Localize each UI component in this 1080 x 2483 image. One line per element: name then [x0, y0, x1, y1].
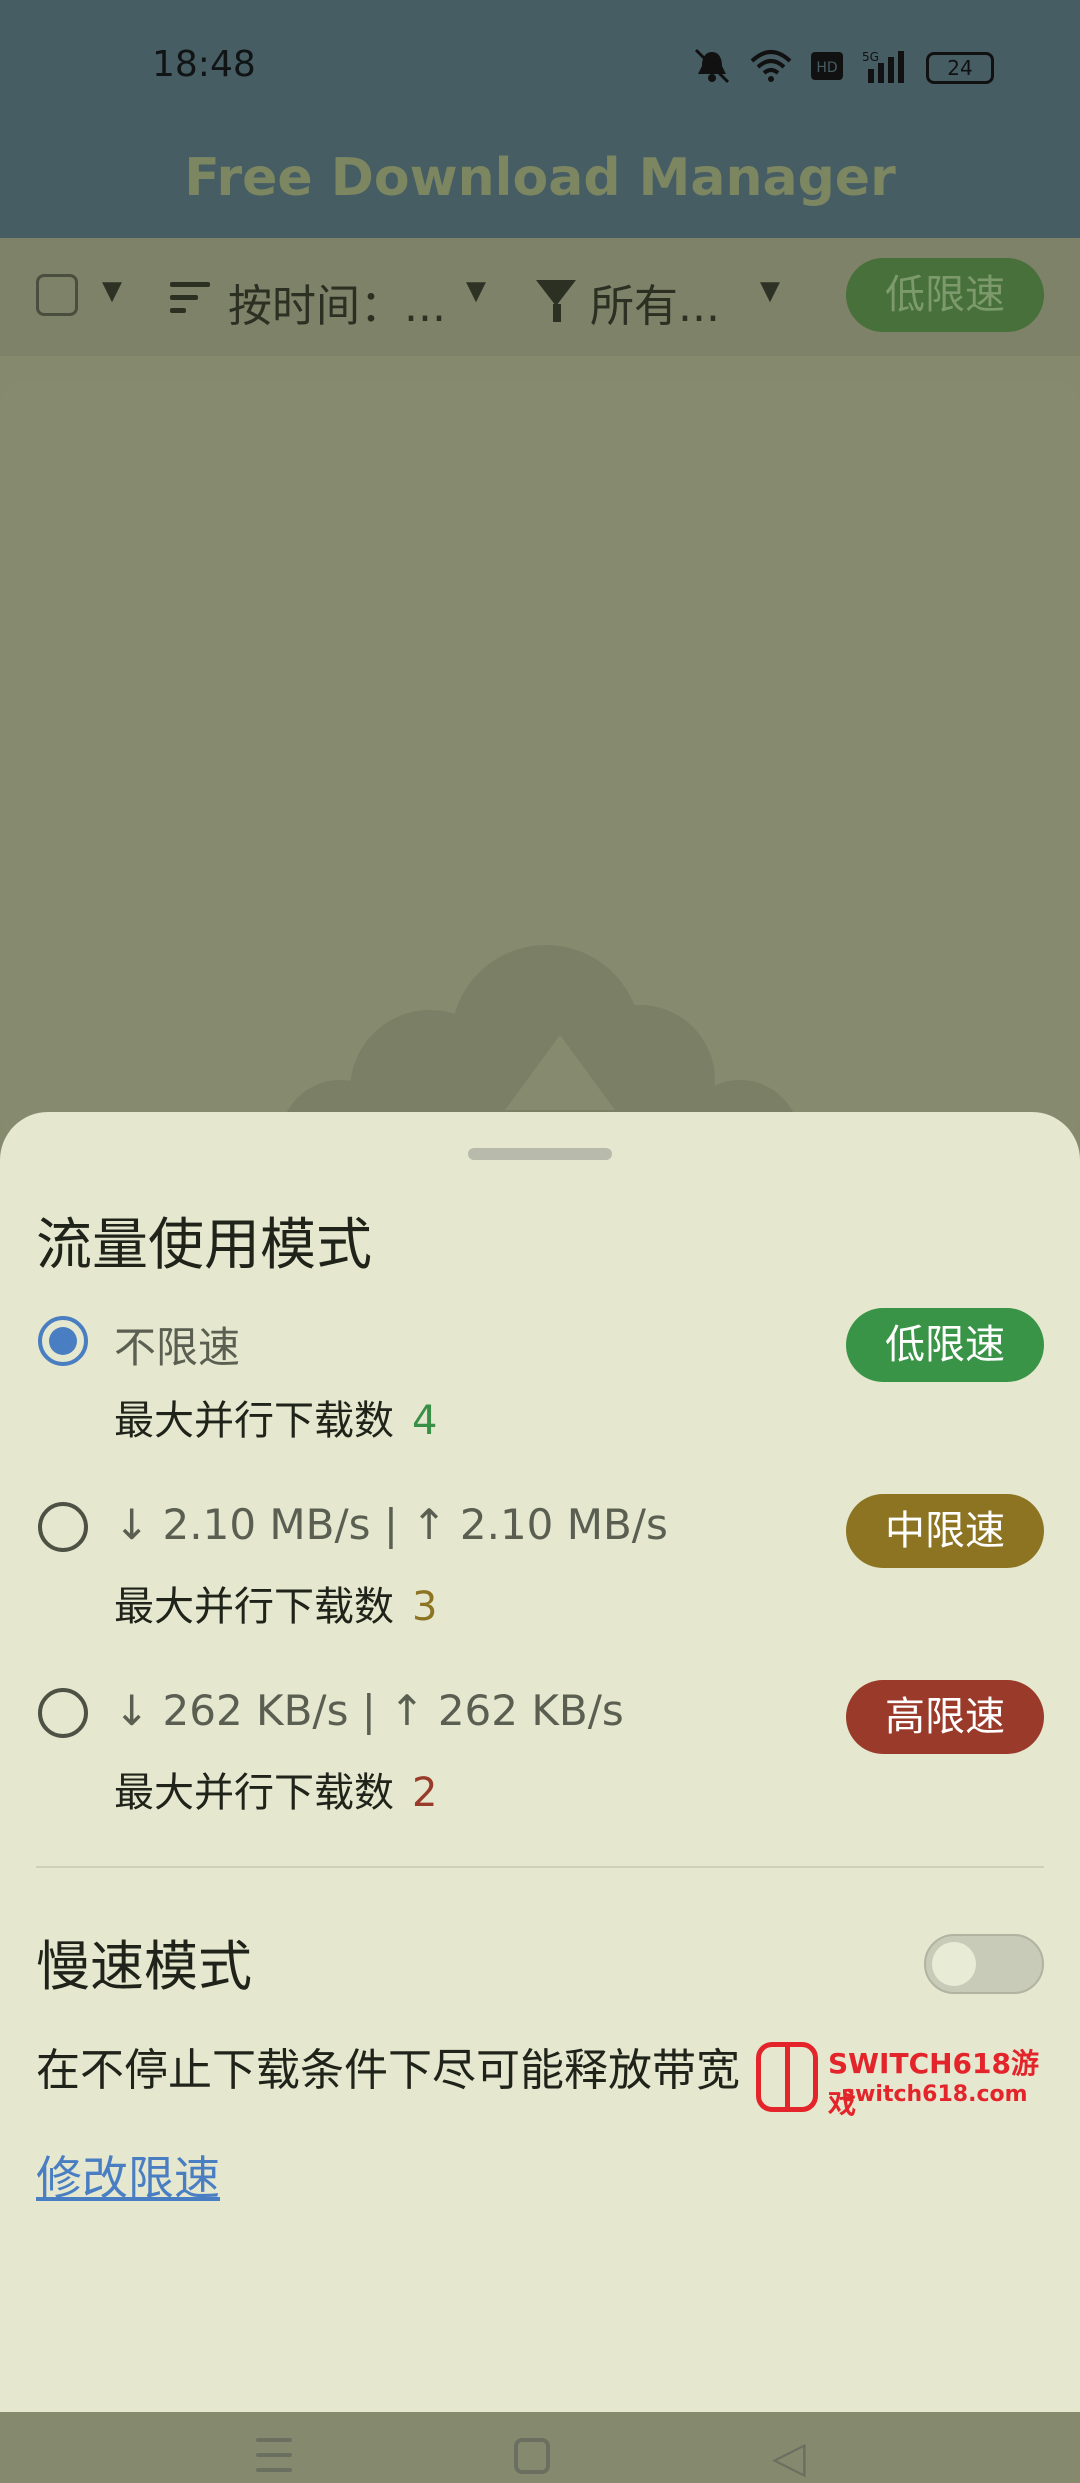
- radio-button[interactable]: [38, 1316, 88, 1366]
- menu-icon[interactable]: [256, 2438, 292, 2483]
- traffic-option-unlimited[interactable]: 不限速 最大并行下载数 4 低限速: [0, 1308, 1080, 1478]
- home-icon[interactable]: [514, 2438, 550, 2474]
- battery-icon: 24: [926, 52, 994, 84]
- divider: [36, 1866, 1044, 1868]
- svg-text:HD: HD: [816, 60, 837, 76]
- concurrency-count: 4: [412, 1398, 438, 1444]
- sheet-title: 流量使用模式: [36, 1213, 372, 1278]
- toggle-knob: [932, 1942, 976, 1986]
- speed-mode-chip[interactable]: 低限速: [846, 258, 1044, 332]
- speed-chip-medium: 中限速: [846, 1494, 1044, 1568]
- svg-text:5G: 5G: [862, 50, 879, 64]
- concurrency-count: 3: [412, 1584, 438, 1630]
- option-concurrency-label: 最大并行下载数 2: [114, 1760, 437, 1818]
- filter-icon[interactable]: [536, 280, 576, 306]
- radio-button[interactable]: [38, 1502, 88, 1552]
- option-speed-label: ↓ 262 KB/s | ↑ 262 KB/s: [114, 1686, 624, 1735]
- slow-mode-title: 慢速模式: [36, 1935, 252, 1998]
- watermark: SWITCH618游戏 switch618.com: [756, 2042, 1066, 2122]
- download-toolbar: ▼ 按时间：... ▼ 所有... ▼ 低限速: [0, 238, 1080, 356]
- chevron-down-icon[interactable]: ▼: [466, 276, 486, 306]
- status-bar: 18:48 HD 5G 24: [0, 0, 1080, 138]
- concurrency-text: 最大并行下载数: [114, 1584, 394, 1630]
- radio-button[interactable]: [38, 1688, 88, 1738]
- speed-chip-low: 低限速: [846, 1308, 1044, 1382]
- sort-dropdown[interactable]: 按时间：...: [228, 270, 446, 334]
- concurrency-count: 2: [412, 1770, 438, 1816]
- option-concurrency-label: 最大并行下载数 3: [114, 1574, 437, 1632]
- concurrency-text: 最大并行下载数: [114, 1770, 394, 1816]
- switch-logo-icon: [756, 2042, 818, 2112]
- app-title: Free Download Manager: [184, 148, 896, 208]
- option-speed-label: ↓ 2.10 MB/s | ↑ 2.10 MB/s: [114, 1500, 668, 1549]
- edit-speed-limit-link[interactable]: 修改限速: [36, 2142, 220, 2208]
- hd-icon: HD: [810, 51, 844, 85]
- traffic-option-high[interactable]: ↓ 262 KB/s | ↑ 262 KB/s 最大并行下载数 2 高限速: [0, 1680, 1080, 1850]
- select-all-checkbox[interactable]: [36, 274, 78, 316]
- traffic-option-medium[interactable]: ↓ 2.10 MB/s | ↑ 2.10 MB/s 最大并行下载数 3 中限速: [0, 1494, 1080, 1664]
- concurrency-text: 最大并行下载数: [114, 1398, 394, 1444]
- option-speed-label: 不限速: [114, 1323, 241, 1372]
- status-icons: HD 5G 24: [692, 48, 994, 88]
- wifi-icon: [750, 49, 792, 87]
- status-time: 18:48: [152, 44, 256, 85]
- chevron-down-icon[interactable]: ▼: [760, 276, 780, 306]
- chevron-down-icon[interactable]: ▼: [102, 276, 122, 306]
- speed-chip-high: 高限速: [846, 1680, 1044, 1754]
- sheet-drag-handle[interactable]: [468, 1148, 612, 1160]
- filter-icon-stem: [553, 304, 561, 322]
- 5g-signal-icon: 5G: [862, 49, 908, 87]
- watermark-line2: switch618.com: [842, 2082, 1028, 2107]
- option-concurrency-label: 最大并行下载数 4: [114, 1388, 437, 1446]
- slow-mode-description: 在不停止下载条件下尽可能释放带宽: [36, 2045, 740, 2096]
- sort-icon[interactable]: [170, 282, 210, 321]
- traffic-mode-sheet: 流量使用模式 不限速 最大并行下载数 4 低限速 ↓ 2.10 MB/s | ↑ …: [0, 1112, 1080, 2483]
- filter-dropdown[interactable]: 所有...: [590, 270, 720, 334]
- app-bar: Free Download Manager: [0, 138, 1080, 238]
- back-icon[interactable]: ◁: [772, 2432, 806, 2483]
- slow-mode-toggle[interactable]: [924, 1934, 1044, 1994]
- mute-bell-icon: [692, 48, 732, 88]
